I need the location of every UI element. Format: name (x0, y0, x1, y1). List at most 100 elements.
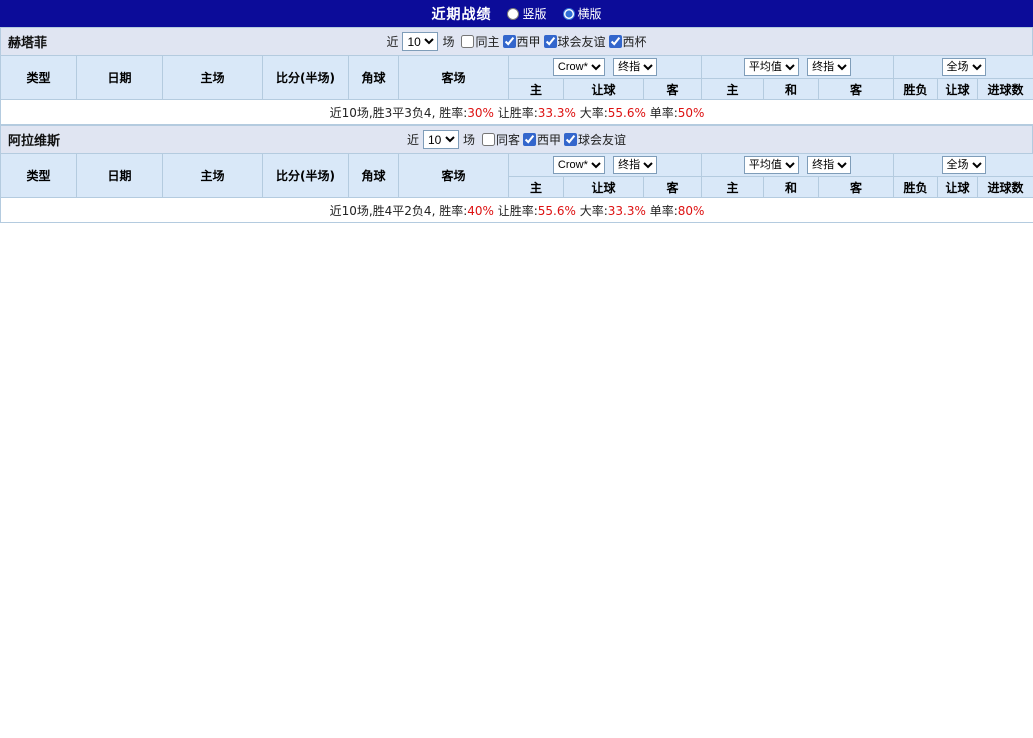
euro-odds-group: 平均值 终指 (702, 56, 894, 79)
col-away: 客场 (399, 154, 509, 198)
col-goals-result: 进球数 (978, 177, 1033, 198)
col-corners: 角球 (349, 154, 399, 198)
filter-controls: 近 10 场 同客西甲球会友谊 (407, 130, 626, 149)
filter-option-label: 同主 (475, 33, 499, 50)
vertical-layout-radio[interactable] (507, 8, 519, 20)
summary-stat-label: 让胜率: (494, 106, 538, 120)
matches-label: 场 (463, 131, 475, 148)
scope-select[interactable]: 全场 (942, 58, 986, 76)
col-winloss: 胜负 (894, 177, 938, 198)
col-type: 类型 (1, 154, 77, 198)
odds-time-select[interactable]: 终指 (613, 156, 657, 174)
handicap-odds-group: Crow* 终指 (509, 154, 702, 177)
col-euro-away: 客 (819, 177, 894, 198)
euro-time-select[interactable]: 终指 (807, 156, 851, 174)
filter-checkbox[interactable] (523, 133, 536, 146)
summary-stat-value: 33.3% (608, 204, 646, 218)
table-footer: 近10场,胜3平3负4, 胜率:30% 让胜率:33.3% 大率:55.6% 单… (1, 100, 1033, 125)
recent-label: 近 (386, 33, 398, 50)
match-count-select[interactable]: 10 (402, 32, 438, 51)
summary-stat-value: 40% (467, 204, 494, 218)
euro-source-select[interactable]: 平均值 (744, 58, 799, 76)
layout-option-horizontal[interactable]: 横版 (563, 5, 602, 22)
scope-select[interactable]: 全场 (942, 156, 986, 174)
summary-stat-label: 大率: (576, 106, 608, 120)
col-ah-line: 让球 (564, 177, 644, 198)
col-date: 日期 (77, 154, 163, 198)
title-bar: 近期战绩 竖版 横版 (0, 0, 1033, 27)
team-name-title: 阿拉维斯 (8, 130, 60, 149)
col-away: 客场 (399, 56, 509, 100)
filter-option[interactable]: 同客 (482, 131, 520, 148)
col-home: 主场 (163, 154, 263, 198)
matches-table: 类型 日期 主场 比分(半场) 角球 客场 Crow* 终指 平均值 终指 (0, 55, 1033, 125)
layout-option-vertical[interactable]: 竖版 (507, 5, 546, 22)
recent-label: 近 (407, 131, 419, 148)
matches-table: 类型 日期 主场 比分(半场) 角球 客场 Crow* 终指 平均值 终指 (0, 153, 1033, 223)
filter-option[interactable]: 球会友谊 (544, 33, 606, 50)
table-header: 类型 日期 主场 比分(半场) 角球 客场 Crow* 终指 平均值 终指 (1, 154, 1033, 198)
summary-row: 近10场,胜3平3负4, 胜率:30% 让胜率:33.3% 大率:55.6% 单… (1, 100, 1033, 125)
summary-stat-label: 胜率: (439, 106, 467, 120)
filter-option-label: 同客 (496, 131, 520, 148)
section-header-bar: 赫塔菲 近 10 场 同主西甲球会友谊西杯 (0, 27, 1033, 55)
summary-stat-label: 胜率: (439, 204, 467, 218)
summary-stat-value: 33.3% (538, 106, 576, 120)
summary-stat-value: 50% (678, 106, 705, 120)
euro-source-select[interactable]: 平均值 (744, 156, 799, 174)
filter-checkbox[interactable] (482, 133, 495, 146)
col-euro-away: 客 (819, 79, 894, 100)
filter-checkbox-group: 同客西甲球会友谊 (479, 131, 626, 149)
summary-row: 近10场,胜4平2负4, 胜率:40% 让胜率:55.6% 大率:33.3% 单… (1, 198, 1033, 223)
col-euro-draw: 和 (764, 177, 819, 198)
match-count-select[interactable]: 10 (423, 130, 459, 149)
result-group: 全场 (894, 154, 1033, 177)
col-score: 比分(半场) (263, 154, 349, 198)
filter-checkbox[interactable] (503, 35, 516, 48)
filter-option[interactable]: 西甲 (503, 33, 541, 50)
filter-option[interactable]: 西杯 (609, 33, 647, 50)
filter-option[interactable]: 同主 (461, 33, 499, 50)
filter-checkbox[interactable] (564, 133, 577, 146)
summary-stat-value: 30% (467, 106, 494, 120)
summary-prefix: 近10场,胜3平3负4, (330, 106, 440, 120)
col-winloss: 胜负 (894, 79, 938, 100)
filter-option[interactable]: 球会友谊 (564, 131, 626, 148)
euro-time-select[interactable]: 终指 (807, 58, 851, 76)
filter-checkbox[interactable] (544, 35, 557, 48)
col-score: 比分(半场) (263, 56, 349, 100)
result-group: 全场 (894, 56, 1033, 79)
summary-stat-label: 大率: (576, 204, 608, 218)
filter-option-label: 西甲 (537, 131, 561, 148)
filter-checkbox-group: 同主 西甲球会友谊西杯 (458, 33, 646, 51)
summary-stat-label: 单率: (646, 106, 678, 120)
matches-label: 场 (442, 33, 454, 50)
filter-option-label: 西甲 (517, 33, 541, 50)
page-title: 近期战绩 (431, 4, 491, 24)
horizontal-layout-radio[interactable] (563, 8, 575, 20)
team-section-alaves: 阿拉维斯 近 10 场 同客西甲球会友谊 类型 日期 主场 比分(半场) (0, 125, 1033, 223)
col-ah-away: 客 (644, 177, 702, 198)
col-euro-home: 主 (702, 177, 764, 198)
filter-controls: 近 10 场 同主 西甲球会友谊西杯 (386, 32, 646, 51)
summary-stat-value: 80% (678, 204, 705, 218)
table-header: 类型 日期 主场 比分(半场) 角球 客场 Crow* 终指 平均值 终指 (1, 56, 1033, 100)
col-type: 类型 (1, 56, 77, 100)
filter-option[interactable]: 西甲 (523, 131, 561, 148)
odds-time-select[interactable]: 终指 (613, 58, 657, 76)
col-date: 日期 (77, 56, 163, 100)
summary-prefix: 近10场,胜4平2负4, (330, 204, 440, 218)
col-home: 主场 (163, 56, 263, 100)
recent-results-page: 近期战绩 竖版 横版 赫塔菲 近 10 场 同主西甲球会友谊西杯 (0, 0, 1033, 223)
odds-source-select[interactable]: Crow* (553, 58, 605, 76)
filter-checkbox[interactable] (609, 35, 622, 48)
col-euro-draw: 和 (764, 79, 819, 100)
filter-option-label: 球会友谊 (578, 131, 626, 148)
col-goals-result: 进球数 (978, 79, 1033, 100)
filter-checkbox[interactable] (461, 35, 474, 48)
summary-stat-value: 55.6% (608, 106, 646, 120)
col-euro-home: 主 (702, 79, 764, 100)
filter-option-label: 球会友谊 (558, 33, 606, 50)
odds-source-select[interactable]: Crow* (553, 156, 605, 174)
euro-odds-group: 平均值 终指 (702, 154, 894, 177)
